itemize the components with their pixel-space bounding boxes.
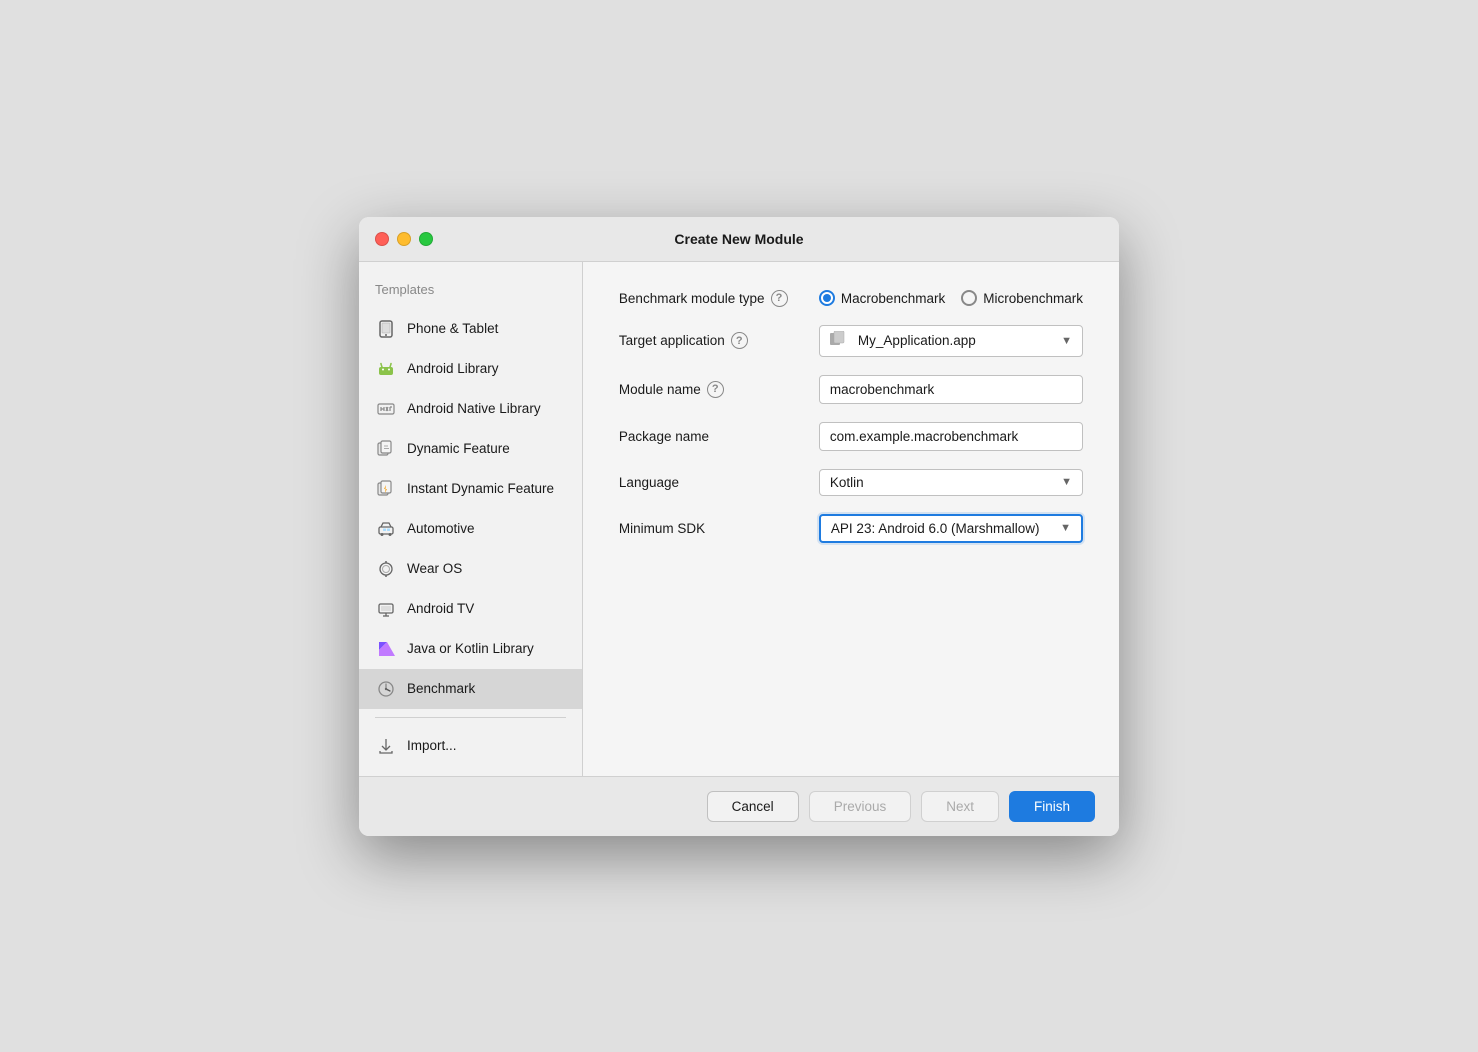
minimum-sdk-row: Minimum SDK API 23: Android 6.0 (Marshma… xyxy=(619,514,1083,543)
language-chevron: ▼ xyxy=(1061,476,1072,488)
minimum-sdk-chevron: ▼ xyxy=(1060,522,1071,534)
sidebar-item-label: Wear OS xyxy=(407,561,462,576)
sidebar-item-benchmark[interactable]: Benchmark xyxy=(359,669,582,709)
sidebar-divider xyxy=(375,717,566,718)
native-icon xyxy=(375,398,397,420)
package-name-label: Package name xyxy=(619,429,819,444)
benchmark-module-type-row: Benchmark module type ? Macrobenchmark M… xyxy=(619,290,1083,307)
instant-icon xyxy=(375,478,397,500)
package-name-input[interactable] xyxy=(819,422,1083,451)
import-icon xyxy=(375,735,397,757)
sidebar-item-label: Import... xyxy=(407,738,457,753)
module-name-help-icon[interactable]: ? xyxy=(707,381,724,398)
target-application-control: My_Application.app ▼ xyxy=(819,325,1083,357)
sidebar-item-label: Phone & Tablet xyxy=(407,321,498,336)
benchmark-type-radio-group: Macrobenchmark Microbenchmark xyxy=(819,290,1083,306)
previous-button: Previous xyxy=(809,791,912,822)
target-application-dropdown[interactable]: My_Application.app ▼ xyxy=(819,325,1083,357)
sidebar-item-phone-tablet[interactable]: Phone & Tablet xyxy=(359,309,582,349)
module-name-label: Module name ? xyxy=(619,381,819,398)
microbenchmark-radio[interactable]: Microbenchmark xyxy=(961,290,1083,306)
package-name-control xyxy=(819,422,1083,451)
traffic-lights xyxy=(375,232,433,246)
maximize-button[interactable] xyxy=(419,232,433,246)
cancel-button[interactable]: Cancel xyxy=(707,791,799,822)
bottom-bar: Cancel Previous Next Finish xyxy=(359,776,1119,836)
package-name-row: Package name xyxy=(619,422,1083,451)
language-dropdown[interactable]: Kotlin ▼ xyxy=(819,469,1083,496)
sidebar-item-label: Java or Kotlin Library xyxy=(407,641,534,656)
sidebar-item-label: Android Library xyxy=(407,361,499,376)
macrobenchmark-radio-circle xyxy=(819,290,835,306)
target-application-chevron: ▼ xyxy=(1061,335,1072,347)
minimum-sdk-value: API 23: Android 6.0 (Marshmallow) xyxy=(831,521,1054,536)
sidebar-item-label: Automotive xyxy=(407,521,475,536)
minimum-sdk-label: Minimum SDK xyxy=(619,521,819,536)
macrobenchmark-radio[interactable]: Macrobenchmark xyxy=(819,290,945,306)
sidebar-item-label: Benchmark xyxy=(407,681,475,696)
next-button: Next xyxy=(921,791,999,822)
macrobenchmark-label: Macrobenchmark xyxy=(841,291,945,306)
sidebar-item-label: Android Native Library xyxy=(407,401,541,416)
dialog-title: Create New Module xyxy=(674,231,803,247)
title-bar: Create New Module xyxy=(359,217,1119,262)
sidebar-item-wear-os[interactable]: Wear OS xyxy=(359,549,582,589)
sidebar: Templates Phone & Tablet xyxy=(359,262,583,776)
sidebar-heading: Templates xyxy=(359,282,582,309)
target-application-label: Target application ? xyxy=(619,332,819,349)
sidebar-item-import[interactable]: Import... xyxy=(359,726,582,766)
module-name-row: Module name ? xyxy=(619,375,1083,404)
benchmark-module-type-label: Benchmark module type ? xyxy=(619,290,819,307)
main-form: Benchmark module type ? Macrobenchmark M… xyxy=(583,262,1119,776)
automotive-icon xyxy=(375,518,397,540)
sidebar-item-label: Instant Dynamic Feature xyxy=(407,481,554,496)
finish-button[interactable]: Finish xyxy=(1009,791,1095,822)
sidebar-item-android-native-library[interactable]: Android Native Library xyxy=(359,389,582,429)
minimum-sdk-control: API 23: Android 6.0 (Marshmallow) ▼ xyxy=(819,514,1083,543)
language-value: Kotlin xyxy=(830,475,1055,490)
target-application-value: My_Application.app xyxy=(858,333,1055,348)
kotlin-icon xyxy=(375,638,397,660)
target-app-dropdown-icon xyxy=(830,331,850,351)
module-name-control xyxy=(819,375,1083,404)
dialog-content: Templates Phone & Tablet xyxy=(359,262,1119,776)
dynamic-icon xyxy=(375,438,397,460)
sidebar-item-label: Android TV xyxy=(407,601,474,616)
wear-icon xyxy=(375,558,397,580)
benchmark-icon xyxy=(375,678,397,700)
sidebar-item-label: Dynamic Feature xyxy=(407,441,510,456)
sidebar-item-automotive[interactable]: Automotive xyxy=(359,509,582,549)
microbenchmark-radio-circle xyxy=(961,290,977,306)
sidebar-item-java-kotlin-library[interactable]: Java or Kotlin Library xyxy=(359,629,582,669)
minimum-sdk-dropdown[interactable]: API 23: Android 6.0 (Marshmallow) ▼ xyxy=(819,514,1083,543)
tv-icon xyxy=(375,598,397,620)
microbenchmark-label: Microbenchmark xyxy=(983,291,1083,306)
minimize-button[interactable] xyxy=(397,232,411,246)
target-application-row: Target application ? My_Application.app … xyxy=(619,325,1083,357)
target-application-help-icon[interactable]: ? xyxy=(731,332,748,349)
android-icon xyxy=(375,358,397,380)
module-name-input[interactable] xyxy=(819,375,1083,404)
create-new-module-dialog: Create New Module Templates Phone & Tabl… xyxy=(359,217,1119,836)
phone-icon xyxy=(375,318,397,340)
language-control: Kotlin ▼ xyxy=(819,469,1083,496)
close-button[interactable] xyxy=(375,232,389,246)
sidebar-item-android-tv[interactable]: Android TV xyxy=(359,589,582,629)
sidebar-item-instant-dynamic-feature[interactable]: Instant Dynamic Feature xyxy=(359,469,582,509)
language-label: Language xyxy=(619,475,819,490)
language-row: Language Kotlin ▼ xyxy=(619,469,1083,496)
benchmark-type-help-icon[interactable]: ? xyxy=(771,290,788,307)
sidebar-item-dynamic-feature[interactable]: Dynamic Feature xyxy=(359,429,582,469)
sidebar-item-android-library[interactable]: Android Library xyxy=(359,349,582,389)
